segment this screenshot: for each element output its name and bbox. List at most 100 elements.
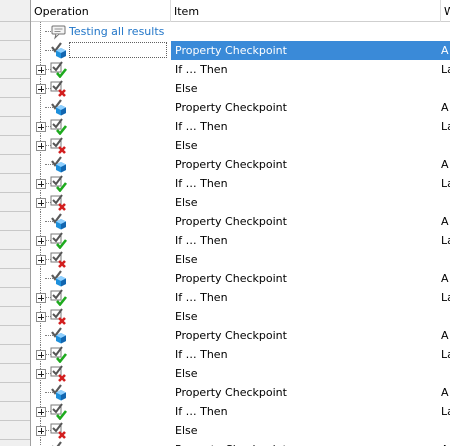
column-header-item[interactable]: Item bbox=[171, 0, 441, 22]
row-header-cell[interactable] bbox=[0, 402, 30, 421]
row-header-cell[interactable] bbox=[0, 364, 30, 383]
row-header-cell[interactable] bbox=[0, 155, 30, 174]
comment-row[interactable]: Testing all results bbox=[31, 22, 450, 41]
w-cell[interactable]: La bbox=[441, 345, 450, 364]
table-row[interactable]: Else bbox=[31, 364, 450, 383]
expand-icon[interactable] bbox=[36, 236, 46, 246]
w-cell[interactable]: La bbox=[441, 60, 450, 79]
w-cell[interactable]: La bbox=[441, 288, 450, 307]
item-cell[interactable]: If … Then bbox=[171, 402, 301, 421]
w-cell[interactable]: A bbox=[441, 41, 450, 60]
expand-icon[interactable] bbox=[36, 426, 46, 436]
expand-icon[interactable] bbox=[36, 293, 46, 303]
expand-icon[interactable] bbox=[36, 350, 46, 360]
table-row[interactable]: Else bbox=[31, 79, 450, 98]
row-header-cell[interactable] bbox=[0, 326, 30, 345]
item-cell[interactable]: Property Checkpoint bbox=[171, 269, 301, 288]
item-cell[interactable]: If … Then bbox=[171, 60, 301, 79]
item-cell[interactable]: If … Then bbox=[171, 117, 301, 136]
expand-icon[interactable] bbox=[36, 312, 46, 322]
table-row[interactable]: If … Then La bbox=[31, 402, 450, 421]
table-row[interactable]: Property Checkpoint A bbox=[31, 155, 450, 174]
w-cell[interactable] bbox=[441, 250, 450, 269]
item-cell[interactable]: Property Checkpoint bbox=[171, 41, 441, 60]
item-cell[interactable]: Property Checkpoint bbox=[171, 326, 301, 345]
expand-icon[interactable] bbox=[36, 369, 46, 379]
row-header-cell[interactable] bbox=[0, 98, 30, 117]
table-row[interactable]: If … Then La bbox=[31, 231, 450, 250]
table-row[interactable]: If … Then La bbox=[31, 345, 450, 364]
item-cell[interactable]: Else bbox=[171, 193, 301, 212]
table-row[interactable]: Property Checkpoint A bbox=[31, 383, 450, 402]
table-row[interactable]: Else bbox=[31, 136, 450, 155]
expand-icon[interactable] bbox=[36, 255, 46, 265]
expand-icon[interactable] bbox=[36, 141, 46, 151]
w-cell[interactable]: La bbox=[441, 174, 450, 193]
item-cell[interactable]: If … Then bbox=[171, 345, 301, 364]
table-row[interactable]: Else bbox=[31, 307, 450, 326]
row-header-cell[interactable] bbox=[0, 231, 30, 250]
expand-icon[interactable] bbox=[36, 84, 46, 94]
table-row[interactable]: Else bbox=[31, 193, 450, 212]
table-row[interactable]: Property Checkpoint A bbox=[31, 269, 450, 288]
w-cell[interactable]: A bbox=[441, 440, 450, 446]
item-cell[interactable]: Else bbox=[171, 421, 301, 440]
item-cell[interactable]: Property Checkpoint bbox=[171, 155, 301, 174]
item-cell[interactable]: Else bbox=[171, 79, 301, 98]
expand-icon[interactable] bbox=[36, 179, 46, 189]
item-cell[interactable]: Else bbox=[171, 136, 301, 155]
row-header-cell[interactable] bbox=[0, 174, 30, 193]
item-cell[interactable]: Else bbox=[171, 364, 301, 383]
row-header-cell[interactable] bbox=[0, 79, 30, 98]
w-cell[interactable]: A bbox=[441, 155, 450, 174]
w-cell[interactable]: La bbox=[441, 231, 450, 250]
row-header-cell[interactable] bbox=[0, 22, 30, 41]
row-header-cell[interactable] bbox=[0, 421, 30, 440]
w-cell[interactable]: A bbox=[441, 212, 450, 231]
item-cell[interactable]: Else bbox=[171, 307, 301, 326]
item-cell[interactable]: Else bbox=[171, 250, 301, 269]
table-row[interactable]: Property Checkpoint A bbox=[31, 440, 450, 446]
row-header-cell[interactable] bbox=[0, 250, 30, 269]
row-header-cell[interactable] bbox=[0, 212, 30, 231]
row-header-cell[interactable] bbox=[0, 307, 30, 326]
w-cell[interactable]: A bbox=[441, 269, 450, 288]
w-cell[interactable] bbox=[441, 79, 450, 98]
table-row[interactable]: Property Checkpoint A bbox=[31, 326, 450, 345]
item-cell[interactable]: Property Checkpoint bbox=[171, 212, 301, 231]
row-header-cell[interactable] bbox=[0, 41, 30, 60]
w-cell[interactable]: La bbox=[441, 117, 450, 136]
w-cell[interactable]: A bbox=[441, 383, 450, 402]
table-row[interactable]: Property CheckpointA bbox=[31, 41, 450, 60]
table-row[interactable]: If … Then La bbox=[31, 60, 450, 79]
row-header-cell[interactable] bbox=[0, 136, 30, 155]
item-cell[interactable]: Property Checkpoint bbox=[171, 98, 301, 117]
expand-icon[interactable] bbox=[36, 122, 46, 132]
table-row[interactable]: Property Checkpoint A bbox=[31, 98, 450, 117]
w-cell[interactable]: A bbox=[441, 98, 450, 117]
row-header-cell[interactable] bbox=[0, 288, 30, 307]
w-cell[interactable]: A bbox=[441, 326, 450, 345]
w-cell[interactable] bbox=[441, 307, 450, 326]
table-row[interactable]: If … Then La bbox=[31, 288, 450, 307]
column-header-w[interactable]: W bbox=[441, 0, 450, 22]
test-steps-grid[interactable]: Operation Item W Testing all results Pro… bbox=[31, 0, 450, 446]
w-cell[interactable]: La bbox=[441, 402, 450, 421]
w-cell[interactable] bbox=[441, 136, 450, 155]
row-header-cell[interactable] bbox=[0, 345, 30, 364]
row-header-cell[interactable] bbox=[0, 60, 30, 79]
row-header-cell[interactable] bbox=[0, 117, 30, 136]
row-header-cell[interactable] bbox=[0, 383, 30, 402]
item-cell[interactable]: If … Then bbox=[171, 231, 301, 250]
item-cell[interactable]: Property Checkpoint bbox=[171, 383, 301, 402]
w-cell[interactable] bbox=[441, 193, 450, 212]
row-header-cell[interactable] bbox=[0, 193, 30, 212]
w-cell[interactable] bbox=[441, 421, 450, 440]
expand-icon[interactable] bbox=[36, 198, 46, 208]
table-row[interactable]: If … Then La bbox=[31, 174, 450, 193]
expand-icon[interactable] bbox=[36, 65, 46, 75]
expand-icon[interactable] bbox=[36, 407, 46, 417]
operation-cell-focus[interactable] bbox=[69, 42, 167, 58]
column-header-operation[interactable]: Operation bbox=[31, 0, 171, 22]
item-cell[interactable]: Property Checkpoint bbox=[171, 440, 301, 446]
